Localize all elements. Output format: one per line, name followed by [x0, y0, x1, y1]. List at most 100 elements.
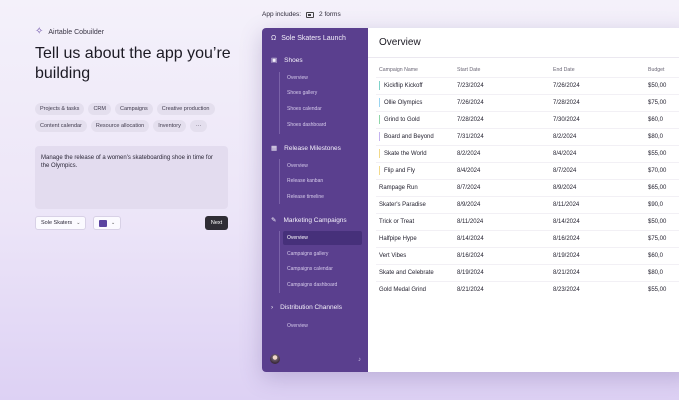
- next-button[interactable]: Next: [205, 216, 228, 230]
- table-row[interactable]: Skater's Paradise 8/9/2024 8/11/2024 $90,0: [376, 196, 679, 213]
- budget-cell: $60,0: [648, 116, 664, 123]
- end-date-cell: 8/16/2024: [553, 235, 580, 242]
- prompt-textarea[interactable]: Manage the release of a women's skateboa…: [35, 146, 228, 209]
- forms-count: 2 forms: [319, 11, 341, 18]
- sidebar-item-shoes-gallery[interactable]: Shoes gallery: [287, 90, 317, 96]
- page-title: Tell us about the app you’re building: [35, 45, 231, 82]
- brand: ✧ Airtable Cobuilder: [35, 27, 104, 37]
- start-date-cell: 8/19/2024: [457, 269, 484, 276]
- main-title: Overview: [379, 37, 421, 48]
- sparkle-icon: ✧: [35, 26, 44, 37]
- app-preview-window: Ω Sole Skaters Launch ▣ Shoes Overview S…: [262, 28, 679, 372]
- campaign-name-text: Skater's Paradise: [379, 201, 426, 208]
- table-row[interactable]: Board and Beyond 7/31/2024 8/2/2024 $80,0: [376, 128, 679, 145]
- suggestion-chips: Projects & tasks CRM Campaigns Creative …: [35, 103, 235, 132]
- app-title: Ω Sole Skaters Launch: [271, 35, 346, 42]
- chip-campaigns[interactable]: Campaigns: [114, 103, 153, 115]
- sidebar-item-shoes-calendar[interactable]: Shoes calendar: [287, 106, 322, 112]
- sidebar-item-release-kanban[interactable]: Release kanban: [287, 178, 323, 184]
- end-date-cell: 7/30/2024: [553, 116, 580, 123]
- sidebar-item-shoes-dashboard[interactable]: Shoes dashboard: [287, 122, 326, 128]
- box-icon: ▣: [271, 57, 278, 64]
- end-date-cell: 8/4/2024: [553, 150, 577, 157]
- column-header-start-date[interactable]: Start Date: [454, 64, 550, 77]
- sidebar-item-campaigns-overview[interactable]: Overview: [283, 231, 362, 245]
- table-row[interactable]: Halfpipe Hype 8/14/2024 8/16/2024 $75,00: [376, 230, 679, 247]
- end-date-cell: 7/28/2024: [553, 99, 580, 106]
- divider: [368, 57, 679, 58]
- table-row[interactable]: Gold Medal Grind 8/21/2024 8/23/2024 $55,00: [376, 281, 679, 298]
- start-date-cell: 8/7/2024: [457, 184, 481, 191]
- chip-content-calendar[interactable]: Content calendar: [35, 120, 87, 132]
- sidebar-section-label: Marketing Campaigns: [283, 216, 347, 224]
- campaign-name-text: Flip and Fly: [384, 168, 416, 175]
- sidebar-section-shoes[interactable]: ▣ Shoes: [271, 56, 303, 65]
- start-date-cell: 8/9/2024: [457, 201, 481, 208]
- app-includes-label: App includes:: [262, 11, 302, 18]
- sidebar-item-shoes-overview[interactable]: Overview: [287, 75, 308, 81]
- more-chips-button[interactable]: ···: [189, 120, 208, 132]
- end-date-cell: 8/23/2024: [553, 286, 580, 293]
- brand-name: Airtable Cobuilder: [48, 28, 105, 36]
- campaign-name-cell: Skate the World: [376, 145, 454, 162]
- chevron-right-icon: ›: [271, 304, 274, 311]
- end-date-cell: 8/19/2024: [553, 252, 580, 259]
- start-date-cell: 8/2/2024: [457, 150, 481, 157]
- table-header-row: Campaign Name Start Date End Date Budget: [376, 64, 679, 77]
- bell-icon[interactable]: ♪: [358, 357, 361, 363]
- chip-crm[interactable]: CRM: [88, 103, 111, 115]
- table-row[interactable]: Flip and Fly 8/4/2024 8/7/2024 $70,00: [376, 162, 679, 179]
- start-date-cell: 8/11/2024: [457, 218, 484, 225]
- row-color-marker: [379, 166, 380, 175]
- app-icon: Ω: [271, 35, 277, 42]
- campaign-name-cell: Skater's Paradise: [376, 196, 454, 213]
- company-select[interactable]: Sole Skaters ⌄: [35, 216, 87, 230]
- sidebar-item-campaigns-gallery[interactable]: Campaigns gallery: [287, 251, 328, 257]
- sidebar-item-campaigns-calendar[interactable]: Campaigns calendar: [287, 266, 333, 272]
- end-date-cell: 8/21/2024: [553, 269, 580, 276]
- table-row[interactable]: Vert Vibes 8/16/2024 8/19/2024 $60,0: [376, 247, 679, 264]
- campaign-name-text: Kickflip Kickoff: [384, 83, 423, 90]
- budget-cell: $75,00: [648, 99, 667, 106]
- table-row[interactable]: Rampage Run 8/7/2024 8/9/2024 $65,00: [376, 179, 679, 196]
- column-header-budget[interactable]: Budget: [645, 64, 679, 77]
- sidebar-section-distribution-channels[interactable]: › Distribution Channels: [271, 304, 342, 311]
- budget-cell: $90,0: [648, 201, 664, 208]
- sidebar-item-distribution-overview[interactable]: Overview: [287, 323, 308, 329]
- campaign-name-text: Board and Beyond: [384, 134, 434, 141]
- row-color-marker: [379, 115, 380, 124]
- avatar[interactable]: [270, 354, 280, 364]
- table-row[interactable]: Trick or Treat 8/11/2024 8/14/2024 $50,00: [376, 213, 679, 230]
- budget-cell: $55,00: [648, 150, 667, 157]
- campaign-name-text: Vert Vibes: [379, 252, 407, 259]
- sidebar-item-campaigns-dashboard[interactable]: Campaigns dashboard: [287, 282, 337, 288]
- sidebar-section-marketing-campaigns[interactable]: ✎ Marketing Campaigns: [271, 216, 347, 225]
- start-date-cell: 8/21/2024: [457, 286, 484, 293]
- app-includes: App includes: 2 forms: [262, 11, 341, 18]
- chip-creative-production[interactable]: Creative production: [156, 103, 215, 115]
- end-date-cell: 8/2/2024: [553, 133, 577, 140]
- start-date-cell: 7/28/2024: [457, 116, 484, 123]
- table-row[interactable]: Skate and Celebrate 8/19/2024 8/21/2024 $80…: [376, 264, 679, 281]
- table-row[interactable]: Skate the World 8/2/2024 8/4/2024 $55,00: [376, 145, 679, 162]
- sidebar-section-label: Shoes: [284, 56, 303, 64]
- budget-cell: $50,00: [648, 82, 667, 89]
- campaign-name-cell: Kickflip Kickoff: [376, 77, 454, 94]
- main-content: Overview Campaign Name Start Date End Da…: [368, 28, 679, 372]
- chip-resource-allocation[interactable]: Resource allocation: [90, 120, 150, 132]
- sidebar-section-release-milestones[interactable]: ▦ Release Milestones: [271, 144, 341, 153]
- budget-cell: $70,00: [648, 167, 667, 174]
- column-header-campaign-name[interactable]: Campaign Name: [376, 64, 454, 77]
- sidebar-item-release-overview[interactable]: Overview: [287, 163, 308, 169]
- chip-projects-tasks[interactable]: Projects & tasks: [35, 103, 85, 115]
- table-row[interactable]: Grind to Gold 7/28/2024 7/30/2024 $60,0: [376, 111, 679, 128]
- column-header-end-date[interactable]: End Date: [550, 64, 645, 77]
- chip-inventory[interactable]: Inventory: [153, 120, 186, 132]
- table-row[interactable]: Kickflip Kickoff 7/23/2024 7/26/2024 $50,00: [376, 77, 679, 94]
- color-select[interactable]: ⌄: [93, 216, 122, 230]
- table-row[interactable]: Ollie Olympics 7/26/2024 7/28/2024 $75,00: [376, 94, 679, 111]
- calendar-icon: ▦: [271, 145, 278, 152]
- end-date-cell: 8/14/2024: [553, 218, 580, 225]
- megaphone-icon: ✎: [271, 217, 277, 224]
- sidebar-item-release-timeline[interactable]: Release timeline: [287, 194, 324, 200]
